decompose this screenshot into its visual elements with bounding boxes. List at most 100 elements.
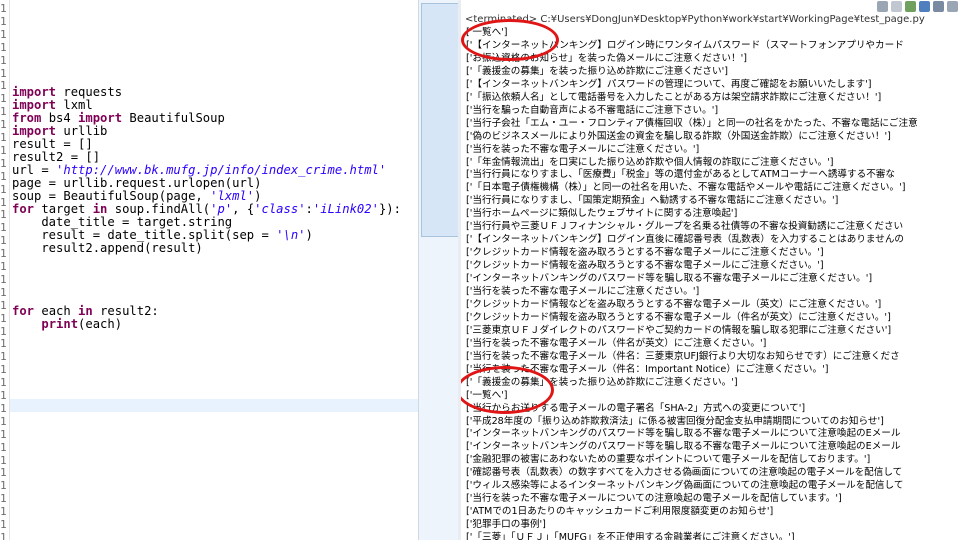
keyword-token: import <box>12 98 57 112</box>
keyword-token: for <box>12 202 35 216</box>
line-number: 1 <box>0 156 7 170</box>
line-number: 1 <box>0 376 7 390</box>
line-number: 1 <box>0 272 7 286</box>
console-output-line: ['「日本電子債権機構（株）」と同一の社名を用いた、不審な電話やメールや電話にご… <box>466 182 906 194</box>
console-output-line: ['当行行員になりすまし、「国策定期預金」へ勧誘する不審な電話にご注意ください。… <box>466 195 839 207</box>
line-number: 1 <box>0 208 7 222</box>
line-number: 1 <box>0 505 7 519</box>
line-number: 1 <box>0 195 7 209</box>
console-output-line: ['「年金情報流出」を口実にした振り込め詐欺や個人情報の詐取にご注意ください。'… <box>466 156 834 168</box>
console-output-line: ['クレジットカード情報を盗み取ろうとする不審な電子メールにご注意ください。'] <box>466 260 824 272</box>
line-number: 1 <box>0 118 7 132</box>
console-output-line: ['インターネットバンキングのパスワード等を騙し取る不審な電子メールについて注意… <box>466 428 901 440</box>
line-number: 1 <box>0 466 7 480</box>
line-number: 1 <box>0 363 7 377</box>
code-token: requests <box>56 85 123 99</box>
line-number: 1 <box>0 221 7 235</box>
keyword-token: in <box>92 202 108 216</box>
console-output-line: ['当行を騙った自動音声による不審電話にご注意下さい。'] <box>466 104 719 116</box>
line-number: 1 <box>0 40 7 54</box>
line-number: 1 <box>0 66 7 80</box>
code-token: lxml <box>56 98 93 112</box>
scrollbar-thumb[interactable] <box>421 3 459 237</box>
line-number: 1 <box>0 285 7 299</box>
console-output-line: ['クレジットカード情報を盗み取ろうとする不審な電子メールにご注意ください。'] <box>466 247 824 259</box>
line-number: 1 <box>0 401 7 415</box>
keyword-token: in <box>78 304 93 318</box>
console-output-line: ['三菱東京ＵＦＪダイレクトのパスワードやご契約カードの情報を騙し取る犯罪にご注… <box>466 324 892 336</box>
line-number: 1 <box>0 105 7 119</box>
console-output-line: ['インターネットバンキングのパスワード等を騙し取る不審な電子メールにご注意くだ… <box>466 273 873 285</box>
code-token: : <box>305 202 313 216</box>
code-token: (each) <box>78 317 123 331</box>
line-number: 1 <box>0 350 7 364</box>
console-output-line: ['【インターネットバンキング】パスワードの管理について、再度ご確認をお願いいた… <box>466 78 872 90</box>
line-number: 1 <box>0 518 7 531</box>
console-output-line: ['当行を装った不審な電子メール（件名：三菱東京UFJ銀行より大切なお知らせです… <box>466 350 900 362</box>
line-number: 1 <box>0 453 7 467</box>
code-token: soup.findAll( <box>107 202 211 216</box>
console-output-line: ['当行子会社「エム・ユー・フロンティア債権回収（株）」と同一の社名をかたった、… <box>466 117 918 129</box>
console-output-line: ['「三菱」「ＵＦＪ」「MUFG」を不正使用する金融業者にご注意ください。'] <box>466 532 795 540</box>
string-token: 'lxml' <box>210 189 255 203</box>
code-token: bs4 <box>41 111 79 125</box>
code-line[interactable]: result2.append(result) <box>12 241 203 255</box>
line-number: 1 <box>0 27 7 41</box>
console-output-line: ['【インターネットバンキング】ログイン直後に確認番号表（乱数表）を入力すること… <box>466 234 905 246</box>
code-token: ) <box>254 189 262 203</box>
code-token: result = date_title.split(sep = <box>12 228 277 242</box>
line-number: 1 <box>0 234 7 248</box>
minimize-icon[interactable] <box>947 1 958 12</box>
console-output-line: ['犯罪手口の事例'] <box>466 519 546 531</box>
keyword-token: for <box>12 304 35 318</box>
console-output-line: ['当行行員や三菱ＵＦＪフィナンシャル・グループを名乗る社債等の不審な投資勧誘に… <box>466 221 904 233</box>
word-wrap-icon[interactable] <box>919 1 930 12</box>
code-token: }): <box>378 202 401 216</box>
console-output-line: ['当行行員になりすまし、「医療費」「税金」等の還付金があるとしてATMコーナー… <box>466 169 895 181</box>
code-line[interactable]: print(each) <box>12 318 122 331</box>
code-token: url = <box>12 163 57 177</box>
console-output-line: ['当行ホームページに類似したウェブサイトに関する注意喚起'] <box>466 208 738 220</box>
code-token: result2: <box>92 304 159 318</box>
console-output-line: ['「振込依頼人名」として電話番号を入力したことがある方は架空請求詐欺にご注意く… <box>466 91 882 103</box>
console-output-line: ['クレジットカード情報を盗み取ろうとする不審な電子メール（件名が英文）にご注意… <box>466 311 891 323</box>
line-number: 1 <box>0 2 7 15</box>
line-number: 1 <box>0 92 7 106</box>
code-token: page = urllib.request.urlopen(url) <box>12 176 262 190</box>
line-number: 1 <box>0 14 7 28</box>
console-output-line: ['平成28年度の「振り込め詐欺救済法」に係る被害回復分配金支払申請期間について… <box>466 415 884 427</box>
code-token: result = [] <box>12 137 93 151</box>
keyword-token: import <box>78 111 123 125</box>
console-output-line: ['ウィルス感染等によるインターネットバンキング偽画面についての注意喚起の電子メ… <box>466 480 904 492</box>
code-token: urllib <box>56 124 108 138</box>
code-token: soup = BeautifulSoup(page, <box>12 189 211 203</box>
keyword-token: import <box>12 85 57 99</box>
console-output-line: ['当行を装った不審な電子メールについての注意喚起の電子メールを配信しています。… <box>466 493 842 505</box>
console-output-line: ['インターネットバンキングのパスワード等を騙し取る不審な電子メールについて注意… <box>466 441 901 453</box>
line-number: 1 <box>0 247 7 261</box>
console-pane[interactable]: <terminated> C:¥Users¥DongJun¥Desktop¥Py… <box>461 0 960 540</box>
display-console-icon[interactable] <box>933 1 944 12</box>
keyword-token: from <box>12 111 42 125</box>
code-token: result2 = [] <box>12 150 101 164</box>
editor-overview-ruler[interactable] <box>418 0 460 540</box>
string-token: '\n' <box>276 228 306 242</box>
line-number: 1 <box>0 479 7 493</box>
line-number: 1 <box>0 414 7 428</box>
console-output-line: ['クレジットカード情報などを盗み取ろうとする不審な電子メール（英文）にご注意く… <box>466 298 882 310</box>
line-number: 1 <box>0 389 7 402</box>
code-token: result2.append(result) <box>12 241 203 255</box>
clear-console-icon[interactable] <box>891 1 902 12</box>
console-toolbar <box>877 1 958 13</box>
line-number: 1 <box>0 182 7 196</box>
line-number: 1 <box>0 492 7 506</box>
line-number: 1 <box>0 337 7 351</box>
line-number: 1 <box>0 530 7 540</box>
code-token: , { <box>232 202 255 216</box>
line-number: 1 <box>0 53 7 67</box>
code-editor[interactable]: 1111111111111111111111111111111111111111… <box>0 0 418 540</box>
annotation-circle <box>461 19 559 61</box>
pin-icon[interactable] <box>877 1 888 12</box>
scroll-lock-icon[interactable] <box>905 1 916 12</box>
line-number: 1 <box>0 79 7 93</box>
